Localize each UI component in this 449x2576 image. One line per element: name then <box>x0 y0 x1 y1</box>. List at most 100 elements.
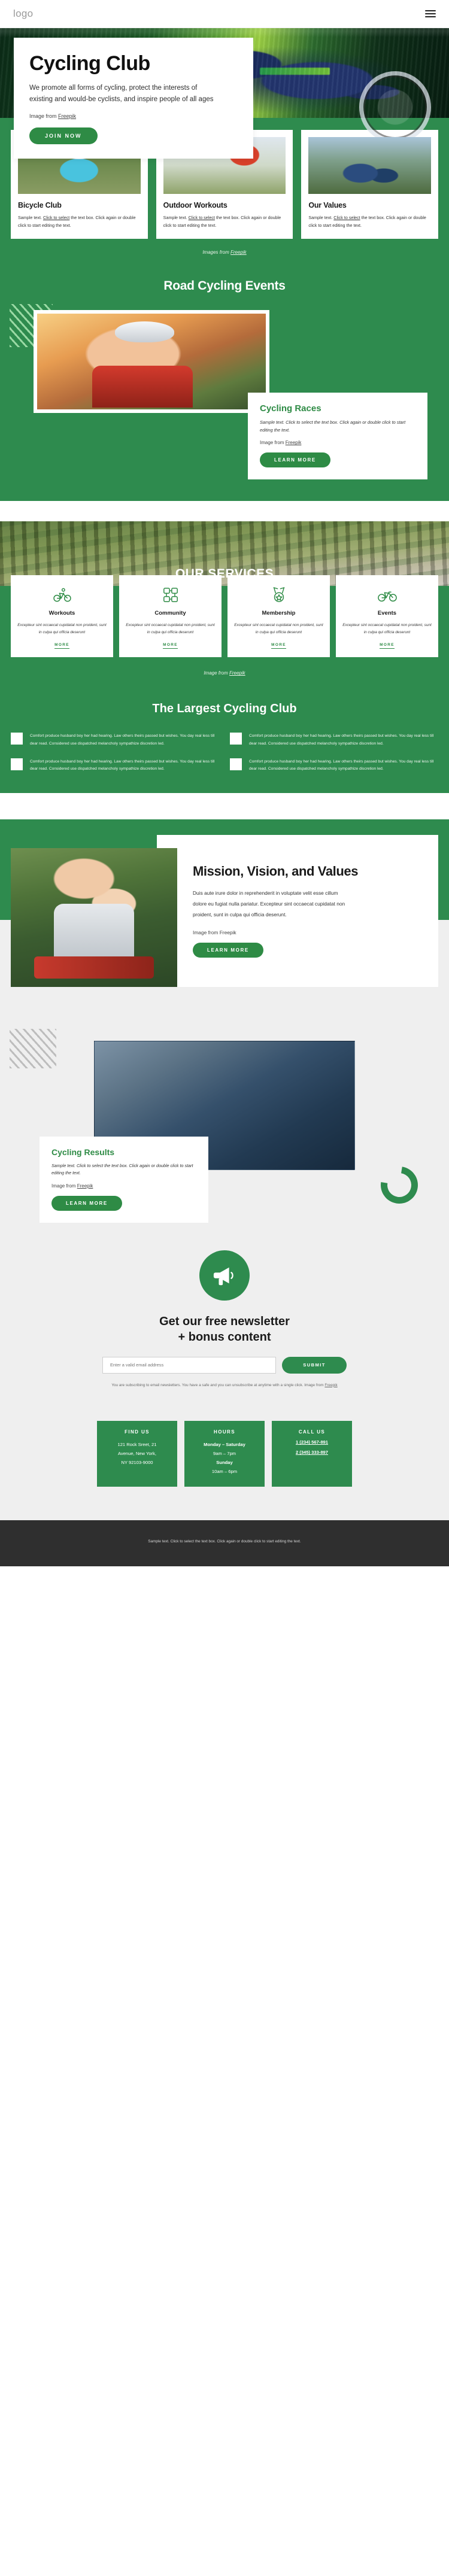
largest-club-title: The Largest Cycling Club <box>152 702 297 716</box>
service-title: Events <box>377 610 397 617</box>
card-body-text: Sample text. Click to select the text bo… <box>308 215 426 228</box>
more-link-workouts[interactable]: MORE <box>54 643 69 649</box>
card-body-text: Sample text. Click to select the text bo… <box>18 215 136 228</box>
decorative-green-ring <box>373 1159 426 1211</box>
learn-more-button-races[interactable]: LEARN MORE <box>260 452 330 468</box>
decorative-stripes-gray <box>10 1029 56 1069</box>
footer-box-title: HOURS <box>214 1429 235 1435</box>
newsletter-form: SUBMIT <box>102 1356 347 1374</box>
footer-box-find-us: FIND US 121 Rock Sreet, 21 Avenue, New Y… <box>97 1421 177 1487</box>
checkbox-icon[interactable] <box>11 758 23 770</box>
email-input[interactable] <box>102 1356 276 1374</box>
credit-prefix: Image from <box>29 113 59 120</box>
bottom-bar-text: Sample text. Click to select the text bo… <box>148 1539 301 1544</box>
click-to-select-link[interactable]: Click to select <box>189 215 215 220</box>
service-body: Excepteur sint occaecat cupidatat non pr… <box>126 623 215 634</box>
join-now-button[interactable]: JOIN NOW <box>29 127 98 145</box>
service-card-events[interactable]: Events Excepteur sint occaecat cupidatat… <box>336 575 438 658</box>
cycling-results-text: Sample text. Click to select the text bo… <box>51 1163 193 1176</box>
hero-image-credit: Image from Freepik <box>29 113 238 119</box>
checkbox-icon[interactable] <box>230 733 242 745</box>
checklist-text: Comfort produce husband boy her had hear… <box>30 734 215 746</box>
footer-box-title: FIND US <box>125 1429 150 1435</box>
page-root: logo Cycling Club We promote all forms o… <box>0 0 449 1566</box>
card-title: Our Values <box>308 201 347 209</box>
newsletter-note: You are subscribing to email newsletters… <box>111 1383 338 1387</box>
mission-credit: Image from Freepik <box>193 929 236 936</box>
bottom-bar: Sample text. Click to select the text bo… <box>0 1520 449 1566</box>
footer-box-title: CALL US <box>298 1429 326 1435</box>
mission-text-block: Mission, Vision, and Values Duis aute ir… <box>177 848 438 988</box>
freepik-text[interactable]: Freepik <box>220 929 236 935</box>
newsletter-title-line1: Get our free newsletter <box>159 1314 290 1328</box>
hero-lead-text: We promote all forms of cycling, protect… <box>29 84 214 104</box>
site-logo[interactable]: logo <box>13 8 33 20</box>
more-link-community[interactable]: MORE <box>163 643 178 649</box>
bicycle-icon <box>342 585 432 605</box>
site-header: logo <box>0 0 449 28</box>
hamburger-menu-icon[interactable] <box>425 10 436 17</box>
service-card-workouts[interactable]: Workouts Excepteur sint occaecat cupidat… <box>11 575 113 658</box>
submit-button[interactable]: SUBMIT <box>282 1356 347 1374</box>
service-title: Workouts <box>48 610 75 617</box>
service-title: Membership <box>262 610 296 617</box>
service-card-membership[interactable]: Membership Excepteur sint occaecat cupid… <box>227 575 330 658</box>
our-services-section: OUR SERVICES Workouts Excepteur sint occ… <box>0 521 449 794</box>
cyclist-icon <box>17 585 107 605</box>
mission-body: Duis aute irure dolor in reprehenderit i… <box>193 890 345 918</box>
checklist-text: Comfort produce husband boy her had hear… <box>30 759 215 771</box>
more-link-membership[interactable]: MORE <box>271 643 286 649</box>
events-block: Cycling Races Sample text. Click to sele… <box>0 293 449 480</box>
freepik-link[interactable]: Freepik <box>58 113 76 119</box>
phone-link-1[interactable]: 1 (234) 567-891 <box>278 1439 346 1445</box>
learn-more-button-results[interactable]: LEARN MORE <box>51 1195 122 1211</box>
footer-box-body: Monday – Saturday 9am – 7pm Sunday 10am … <box>204 1442 245 1474</box>
feature-card-our-values[interactable]: Our Values Sample text. Click to select … <box>301 130 439 239</box>
newsletter-title: Get our free newsletter + bonus content <box>0 1314 449 1345</box>
freepik-link[interactable]: Freepik <box>324 1383 337 1387</box>
mission-content: Mission, Vision, and Values Duis aute ir… <box>0 819 449 988</box>
checklist-item[interactable]: Comfort produce husband boy her had hear… <box>11 758 219 773</box>
footer-info-boxes: FIND US 121 Rock Sreet, 21 Avenue, New Y… <box>0 1410 449 1521</box>
service-body: Excepteur sint occaecat cupidatat non pr… <box>234 623 323 634</box>
mission-title: Mission, Vision, and Values <box>193 864 359 879</box>
freepik-link[interactable]: Freepik <box>229 670 245 676</box>
road-cycling-events-title: Road Cycling Events <box>163 279 286 293</box>
cycling-results-card: Cycling Results Sample text. Click to se… <box>40 1137 208 1223</box>
footer-box-body: 121 Rock Sreet, 21 Avenue, New York, NY … <box>117 1442 157 1465</box>
newsletter-title-line2: + bonus content <box>178 1330 271 1344</box>
cycling-results-section: Cycling Results Sample text. Click to se… <box>0 1020 449 1247</box>
learn-more-button-mission[interactable]: LEARN MORE <box>193 943 263 958</box>
checklist-text: Comfort produce husband boy her had hear… <box>249 734 434 746</box>
service-card-community[interactable]: Community Excepteur sint occaecat cupida… <box>119 575 222 658</box>
more-link-events[interactable]: MORE <box>380 643 395 649</box>
megaphone-icon <box>199 1250 250 1301</box>
hero-card: Cycling Club We promote all forms of cyc… <box>14 38 253 159</box>
checklist-item[interactable]: Comfort produce husband boy her had hear… <box>230 758 438 773</box>
checklist-item[interactable]: Comfort produce husband boy her had hear… <box>11 733 219 747</box>
jersey-shape <box>92 365 193 408</box>
freepik-link[interactable]: Freepik <box>286 440 302 445</box>
card-thumbnail-image <box>308 137 432 194</box>
freepik-link[interactable]: Freepik <box>230 250 247 255</box>
checkbox-icon[interactable] <box>11 733 23 745</box>
mission-photo <box>11 848 177 988</box>
checkbox-icon[interactable] <box>230 758 242 770</box>
green-band-primary: Bicycle Club Sample text. Click to selec… <box>0 118 449 502</box>
hero-bicycle-wheel <box>359 71 431 143</box>
teamwork-hands-icon <box>125 585 216 605</box>
mission-vision-values-section: Mission, Vision, and Values Duis aute ir… <box>0 819 449 1021</box>
footer-box-hours: HOURS Monday – Saturday 9am – 7pm Sunday… <box>184 1421 265 1487</box>
phone-link-2[interactable]: 2 (345) 333-897 <box>278 1450 346 1455</box>
checklist-text: Comfort produce husband boy her had hear… <box>249 759 434 771</box>
click-to-select-link[interactable]: Click to select <box>43 215 69 220</box>
checklist-item[interactable]: Comfort produce husband boy her had hear… <box>230 733 438 747</box>
events-photo <box>34 310 269 414</box>
feature-cards-credit: Images from Freepik <box>202 250 247 256</box>
cycling-results-credit: Image from Freepik <box>51 1183 93 1189</box>
cycling-races-text: Sample text. Click to select the text bo… <box>260 420 406 433</box>
newsletter-section: Get our free newsletter + bonus content … <box>0 1246 449 1411</box>
bike-shape <box>34 956 154 979</box>
click-to-select-link[interactable]: Click to select <box>333 215 360 220</box>
freepik-link[interactable]: Freepik <box>77 1183 93 1189</box>
